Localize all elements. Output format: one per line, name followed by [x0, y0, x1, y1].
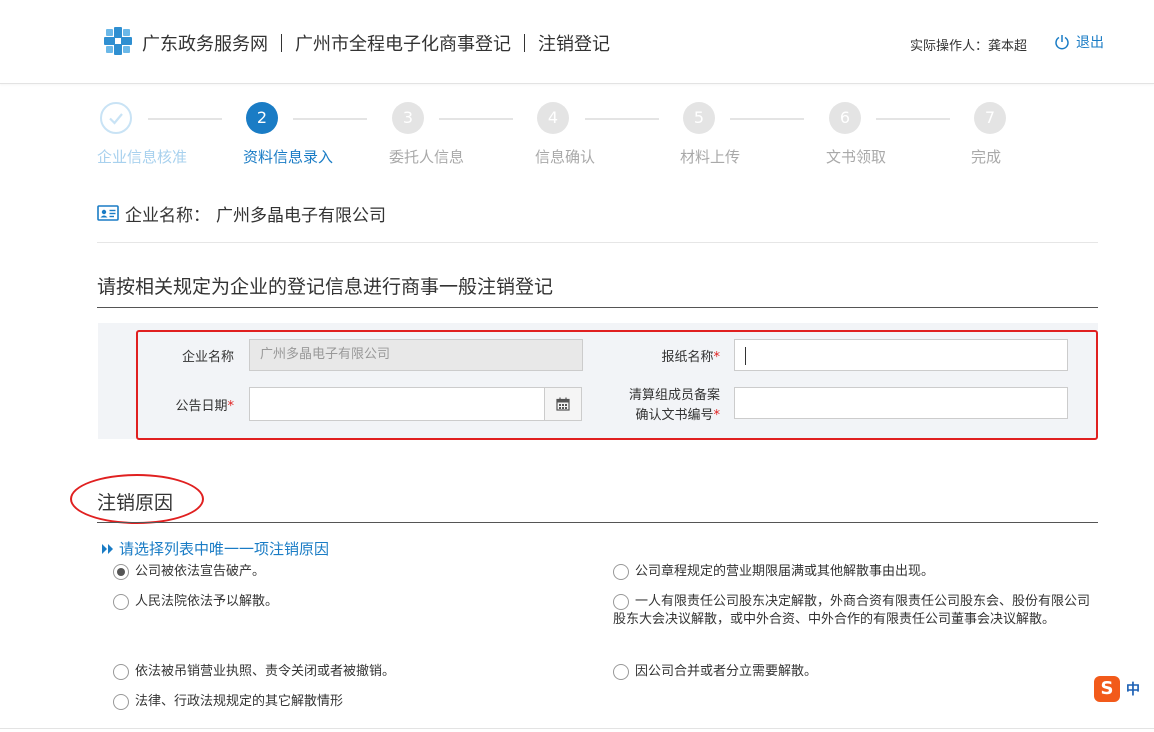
step-7-label: 完成 — [971, 148, 1002, 166]
reason-hint: 请选择列表中唯一一项注销原因 — [101, 538, 329, 559]
calendar-button[interactable] — [544, 387, 582, 421]
radio[interactable] — [113, 664, 129, 680]
gd-gov-logo-icon — [104, 27, 132, 55]
step-4-circle: 4 — [537, 102, 569, 134]
newspaper-name-label: 报纸名称* — [661, 350, 720, 365]
step-2-label: 资料信息录入 — [243, 148, 334, 166]
ime-mode[interactable]: 中 — [1126, 679, 1140, 699]
step-connector — [148, 118, 222, 120]
double-chevron-right-icon — [102, 543, 113, 554]
reason-option[interactable]: 依法被吊销营业执照、责令关闭或者被撤销。 — [113, 663, 583, 681]
logout-label: 退出 — [1076, 35, 1104, 51]
divider — [97, 307, 1098, 308]
reason-option[interactable]: 法律、行政法规规定的其它解散情形 — [113, 693, 583, 711]
id-card-icon — [97, 205, 119, 221]
step-connector — [876, 118, 950, 120]
newspaper-name-input[interactable] — [734, 339, 1068, 371]
company-label: 企业名称： — [125, 206, 210, 226]
reason-option[interactable]: 公司章程规定的营业期限届满或其他解散事由出现。 — [613, 563, 1093, 581]
calendar-icon — [556, 397, 570, 411]
divider — [281, 34, 282, 52]
reason-option[interactable]: 人民法院依法予以解散。 — [113, 593, 583, 611]
step-connector — [730, 118, 804, 120]
step-connector — [293, 118, 367, 120]
company-name-label: 企业名称 — [181, 350, 234, 365]
filing-number-label: 清算组成员备案 确认文书编号* — [628, 388, 720, 423]
progress-steps: 2 3 4 5 6 7 企业信息核准 资料信息录入 委托人信息 信息确认 材料上… — [0, 100, 1154, 170]
radio[interactable] — [613, 664, 629, 680]
company-name: 广州多晶电子有限公司 — [216, 206, 386, 226]
top-header: 广东政务服务网 广州市全程电子化商事登记 注销登记 实际操作人：龚本超 退出 — [0, 0, 1154, 84]
site-name[interactable]: 广东政务服务网 — [142, 34, 268, 55]
sogou-logo-icon: S — [1094, 676, 1120, 702]
announce-date-label: 公告日期* — [175, 399, 234, 414]
step-4-label: 信息确认 — [535, 148, 596, 166]
reason-option[interactable]: 一人有限责任公司股东决定解散，外商合资有限责任公司股东会、股份有限公司股东大会决… — [613, 593, 1093, 629]
filing-number-input[interactable] — [734, 387, 1068, 419]
company-name-row: 企业名称： 广州多晶电子有限公司 — [97, 201, 1098, 243]
step-3-label: 委托人信息 — [389, 148, 465, 166]
power-icon — [1055, 35, 1069, 50]
radio[interactable] — [613, 594, 629, 610]
hint-text: 请选择列表中唯一一项注销原因 — [119, 540, 330, 558]
site-breadcrumb: 广东政务服务网 广州市全程电子化商事登记 注销登记 — [142, 30, 610, 56]
reason-option[interactable]: 公司被依法宣告破产。 — [113, 563, 583, 581]
step-6-circle: 6 — [829, 102, 861, 134]
radio-checked[interactable] — [113, 564, 129, 580]
divider — [524, 34, 525, 52]
step-2-circle: 2 — [246, 102, 278, 134]
step-connector — [439, 118, 513, 120]
radio[interactable] — [113, 594, 129, 610]
divider — [97, 522, 1098, 523]
annotation-ellipse — [70, 474, 204, 524]
ime-toolbar[interactable]: S 中 — [1094, 676, 1154, 702]
step-6-label: 文书领取 — [826, 148, 887, 166]
divider — [0, 728, 1154, 729]
company-name-field: 广州多晶电子有限公司 — [249, 339, 583, 371]
module-name: 注销登记 — [538, 34, 610, 55]
step-7-circle: 7 — [974, 102, 1006, 134]
step-1-label: 企业信息核准 — [97, 148, 188, 166]
step-5-label: 材料上传 — [680, 148, 741, 166]
operator-info: 实际操作人：龚本超 — [910, 39, 1028, 54]
system-name: 广州市全程电子化商事登记 — [295, 34, 511, 55]
page-title: 请按相关规定为企业的登记信息进行商事一般注销登记 — [97, 276, 554, 298]
radio[interactable] — [113, 694, 129, 710]
step-3-circle: 3 — [392, 102, 424, 134]
radio[interactable] — [613, 564, 629, 580]
logout-button[interactable]: 退出 — [1054, 32, 1104, 52]
step-5-circle: 5 — [683, 102, 715, 134]
text-cursor — [745, 347, 746, 365]
step-connector — [585, 118, 659, 120]
reason-option[interactable]: 因公司合并或者分立需要解散。 — [613, 663, 1093, 681]
announce-date-input[interactable] — [249, 387, 545, 421]
step-1-check-icon — [100, 102, 132, 134]
